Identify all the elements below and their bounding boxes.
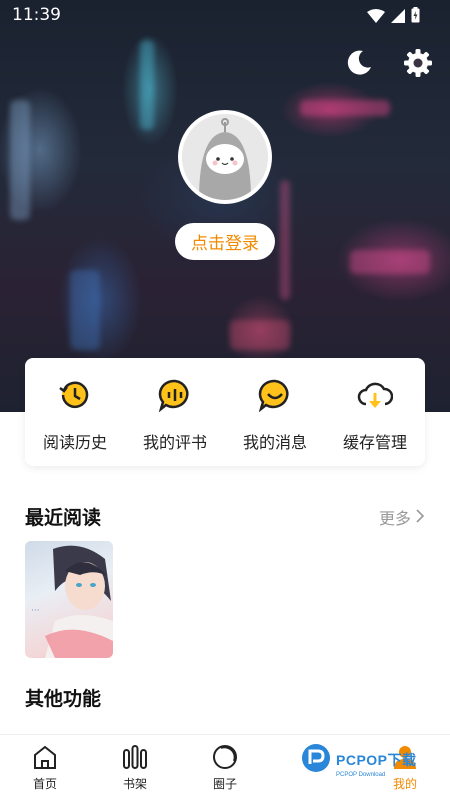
avatar[interactable]	[178, 110, 272, 204]
night-mode-moon-icon[interactable]	[344, 48, 374, 78]
action-my-comments[interactable]: 我的评书	[125, 358, 225, 466]
action-reading-history[interactable]: 阅读历史	[25, 358, 125, 466]
status-bar: 11:39	[0, 0, 450, 30]
wifi-icon	[367, 8, 385, 27]
nav-home[interactable]: 首页	[0, 735, 90, 800]
pcpop-watermark: PCPOP下载 PCPOP Download	[300, 742, 417, 778]
battery-icon	[411, 7, 420, 27]
cloud-download-icon	[357, 377, 393, 413]
recent-reading-title: 最近阅读	[25, 507, 102, 529]
watermark-text: PCPOP下载	[336, 752, 417, 768]
action-label: 我的消息	[242, 433, 307, 452]
action-label: 我的评书	[142, 433, 207, 452]
history-icon	[57, 377, 93, 413]
quick-actions-card: 阅读历史 我的评书 我的消息 缓存管理	[25, 358, 425, 466]
other-functions-title: 其他功能	[25, 688, 102, 710]
more-link[interactable]: 更多	[379, 505, 425, 529]
more-label: 更多	[378, 509, 411, 528]
login-button[interactable]: 点击登录	[175, 223, 275, 260]
svg-text:···: ···	[31, 606, 40, 616]
default-avatar-icon	[182, 114, 268, 200]
message-icon	[257, 377, 293, 413]
action-label: 阅读历史	[42, 433, 107, 452]
watermark-subtext: PCPOP Download	[336, 772, 386, 778]
chevron-right-icon	[415, 508, 425, 527]
nav-label: 书架	[122, 777, 147, 791]
action-cache-management[interactable]: 缓存管理	[325, 358, 425, 466]
comment-icon	[157, 377, 193, 413]
action-label: 缓存管理	[342, 433, 407, 452]
settings-gear-icon[interactable]	[403, 48, 433, 78]
signal-icon	[391, 8, 405, 27]
pcpop-logo-icon	[300, 742, 332, 778]
recent-book-cover[interactable]: ···	[25, 541, 113, 658]
circle-icon	[211, 743, 239, 771]
nav-bookshelf[interactable]: 书架	[90, 735, 180, 800]
home-icon	[31, 743, 59, 771]
bookshelf-icon	[121, 743, 149, 771]
action-my-messages[interactable]: 我的消息	[225, 358, 325, 466]
nav-circle[interactable]: 圈子	[180, 735, 270, 800]
nav-label: 圈子	[212, 777, 237, 791]
status-time: 11:39	[12, 5, 61, 25]
profile-hero-background	[0, 0, 450, 412]
nav-label: 首页	[32, 777, 57, 791]
